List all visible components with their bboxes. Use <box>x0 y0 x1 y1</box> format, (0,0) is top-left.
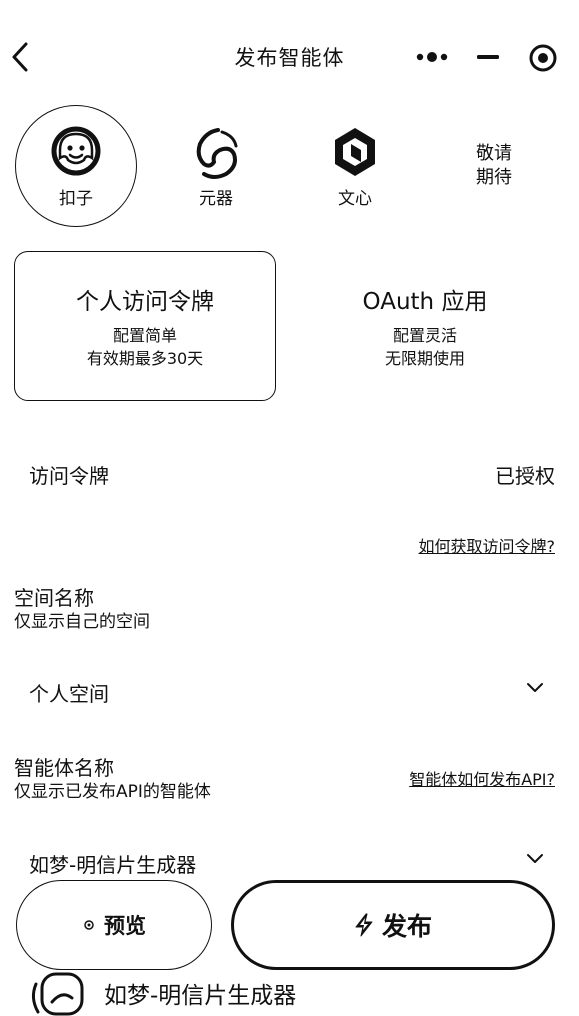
platform-label-yuanqi: 元器 <box>199 188 233 209</box>
preview-button-label: 预览 <box>104 914 146 938</box>
wenxin-logo-icon <box>335 127 375 176</box>
token-label: 访问令牌 <box>29 464 109 488</box>
eye-icon <box>84 920 94 930</box>
platform-tab-coze[interactable]: 扣子 <box>15 105 137 227</box>
chevron-down-icon <box>527 854 543 863</box>
coming-soon-line2: 期待 <box>476 167 512 188</box>
platform-tab-wenxin[interactable]: 文心 <box>294 105 416 227</box>
space-select-value: 个人空间 <box>29 682 109 706</box>
yuanqi-logo-icon <box>196 127 238 179</box>
publish-button[interactable]: 发布 <box>231 880 555 970</box>
lightning-icon <box>355 913 373 937</box>
token-help-link[interactable]: 如何获取访问令牌? <box>419 533 556 557</box>
auth-card-desc: 配置灵活 <box>392 326 457 345</box>
space-subtitle: 仅显示自己的空间 <box>14 612 150 632</box>
preview-button[interactable]: 预览 <box>16 880 212 970</box>
platform-label-coze: 扣子 <box>59 188 93 209</box>
auth-card-desc: 有效期最多30天 <box>86 349 204 368</box>
target-icon[interactable] <box>528 43 558 73</box>
auth-card-title: OAuth 应用 <box>362 289 488 315</box>
coming-soon-label: 敬请 期待 <box>462 142 526 190</box>
space-select[interactable]: 个人空间 <box>14 670 559 710</box>
more-icon[interactable] <box>416 50 448 64</box>
chevron-down-icon <box>527 683 543 692</box>
auth-card-desc: 配置简单 <box>112 326 177 345</box>
auth-card-desc: 无限期使用 <box>384 349 465 368</box>
agent-avatar-icon <box>31 972 84 1016</box>
agent-list-item-name[interactable]: 如梦-明信片生成器 <box>104 976 296 1010</box>
agent-subtitle: 仅显示已发布API的智能体 <box>14 782 211 802</box>
auth-card-title: 个人访问令牌 <box>76 289 214 315</box>
auth-card-oauth[interactable]: OAuth 应用 配置灵活 无限期使用 <box>294 251 556 401</box>
coze-logo-icon <box>51 126 101 175</box>
auth-card-personal-token[interactable]: 个人访问令牌 配置简单 有效期最多30天 <box>14 251 276 401</box>
agent-select-value: 如梦-明信片生成器 <box>29 853 197 877</box>
platform-label-wenxin: 文心 <box>338 188 372 209</box>
agent-help-link[interactable]: 智能体如何发布API? <box>409 766 555 790</box>
token-status[interactable]: 已授权 <box>495 460 555 489</box>
platform-tab-yuanqi[interactable]: 元器 <box>155 105 277 227</box>
minus-icon[interactable] <box>476 48 500 66</box>
agent-select[interactable]: 如梦-明信片生成器 <box>14 841 559 881</box>
coming-soon-line1: 敬请 <box>476 143 512 164</box>
publish-button-label: 发布 <box>381 912 432 941</box>
